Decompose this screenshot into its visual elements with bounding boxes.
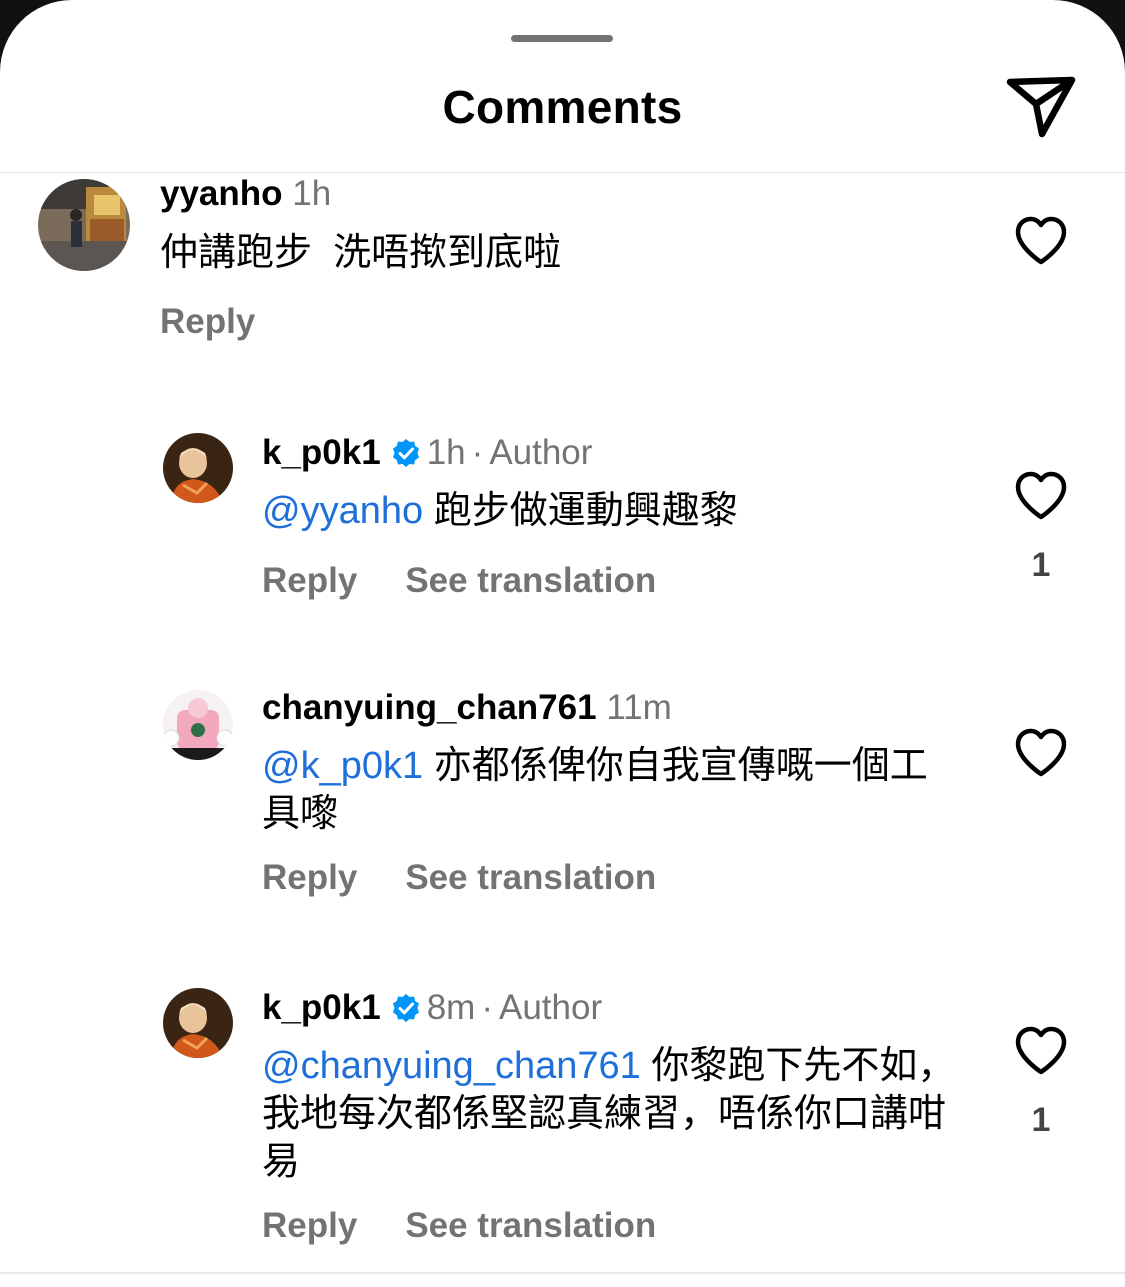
- see-translation-button[interactable]: See translation: [405, 858, 656, 897]
- mention-link[interactable]: @yyanho: [262, 490, 423, 532]
- avatar[interactable]: [163, 433, 233, 503]
- reply-button[interactable]: Reply: [160, 302, 255, 341]
- mention-link[interactable]: @chanyuing_chan761: [262, 1045, 641, 1087]
- comment-time: 1h: [292, 174, 332, 213]
- comment-text: @chanyuing_chan761 你黎跑下先不如，我地每次都係堅認真練習，唔…: [262, 1042, 962, 1186]
- comment-text: @yyanho 跑步做運動興趣黎: [262, 487, 982, 535]
- comment-body-text: 跑步做運動興趣黎: [433, 490, 738, 532]
- reply-button[interactable]: Reply: [262, 561, 357, 600]
- comments-sheet: Comments yyanho 1h 仲講跑步 洗唔揿到底啦 Reply k_p…: [0, 0, 1125, 1287]
- paper-plane-icon[interactable]: [1006, 74, 1076, 138]
- verified-badge-icon: [392, 439, 419, 467]
- see-translation-button[interactable]: See translation: [405, 561, 656, 600]
- meta-separator: ·: [481, 988, 493, 1027]
- like-count: 1: [1031, 546, 1051, 584]
- verified-badge-icon: [392, 994, 419, 1022]
- mention-link[interactable]: @k_p0k1: [262, 745, 423, 787]
- header-divider: [0, 172, 1125, 173]
- comment-body-text: 仲講跑步 洗唔揿到底啦: [160, 232, 562, 274]
- like-count: 1: [1031, 1101, 1051, 1139]
- comment-time: 8m: [426, 988, 476, 1027]
- author-label: Author: [489, 433, 593, 472]
- comment-text: @k_p0k1 亦都係俾你自我宣傳嘅一個工具嚟: [262, 742, 962, 838]
- page-title: Comments: [442, 81, 683, 133]
- avatar[interactable]: [38, 179, 130, 271]
- comment-username[interactable]: k_p0k1: [262, 433, 381, 472]
- comment-time: 1h: [426, 433, 466, 472]
- comment-username[interactable]: k_p0k1: [262, 988, 381, 1027]
- comment-time: 11m: [606, 688, 672, 727]
- reply-button[interactable]: Reply: [262, 858, 357, 897]
- avatar[interactable]: [163, 988, 233, 1058]
- comment-text: 仲講跑步 洗唔揿到底啦: [160, 229, 980, 277]
- reply-button[interactable]: Reply: [262, 1206, 357, 1245]
- meta-separator: ·: [471, 433, 484, 472]
- author-label: Author: [499, 988, 603, 1027]
- heart-outline-icon[interactable]: [1014, 1026, 1068, 1076]
- see-translation-button[interactable]: See translation: [405, 1206, 656, 1245]
- comment-username[interactable]: yyanho: [160, 174, 283, 213]
- heart-outline-icon[interactable]: [1014, 471, 1068, 521]
- avatar[interactable]: [163, 690, 233, 760]
- heart-outline-icon[interactable]: [1014, 216, 1068, 266]
- heart-outline-icon[interactable]: [1014, 728, 1068, 778]
- comment-username[interactable]: chanyuing_chan761: [262, 688, 597, 727]
- sheet-grabber[interactable]: [511, 35, 613, 42]
- bottom-divider: [0, 1272, 1125, 1274]
